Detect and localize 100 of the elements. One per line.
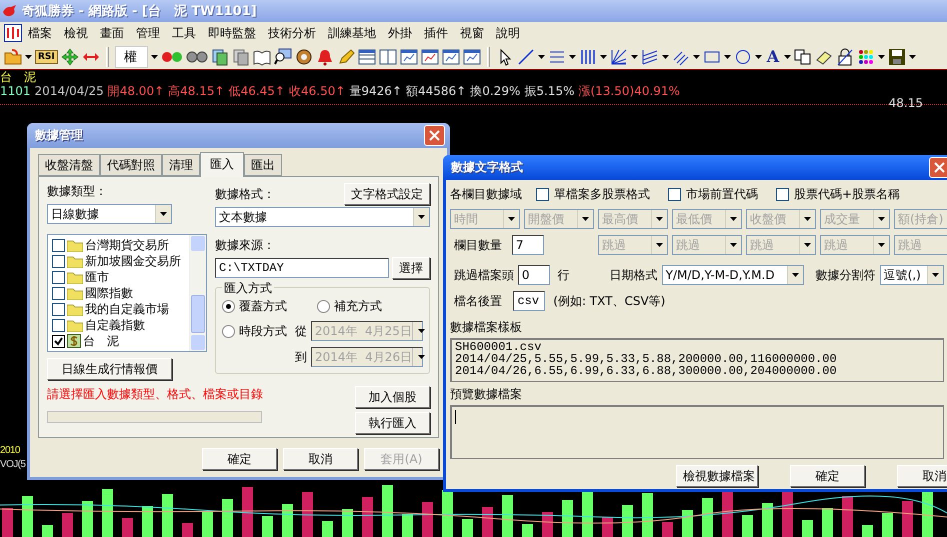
rows-layout-icon[interactable] (358, 48, 376, 66)
menu-item[interactable]: 訓練基地 (322, 24, 382, 42)
dialog-button[interactable]: 取消 (897, 465, 947, 487)
list-item-label[interactable]: 自定義指數 (85, 316, 145, 334)
menu-item[interactable]: 畫面 (94, 24, 130, 42)
folder-icon[interactable] (4, 48, 22, 66)
chart-app-icon[interactable] (4, 24, 22, 42)
radio-button[interactable] (222, 300, 235, 313)
circle-icon[interactable] (734, 48, 752, 66)
chart-window-icon[interactable] (400, 48, 418, 66)
column-count-field[interactable]: 7 (512, 235, 544, 255)
radio-button[interactable] (317, 300, 330, 313)
menu-item[interactable]: 即時監盤 (202, 24, 262, 42)
checkbox[interactable] (52, 334, 65, 348)
template-text-area[interactable]: SH600001.csv 2014/04/25,5.55,5.99,5.33,5.88,200000.00,116000000.00 2014/04/26,6.55,6.99,6.33,6.88,300000.00,204000000.00 (450, 338, 944, 382)
rsi-button[interactable]: RSI (35, 50, 58, 64)
tab[interactable]: 收盤清盤 (38, 154, 100, 176)
copy-icon[interactable] (794, 48, 812, 66)
lock-icon[interactable] (836, 48, 854, 66)
text-tool-button[interactable]: A (764, 47, 782, 66)
rights-dropdown[interactable]: 權 (114, 46, 148, 68)
menu-item[interactable]: 外掛 (382, 24, 418, 42)
radio-label[interactable]: 時段方式 (239, 322, 287, 340)
vertical-lines-icon[interactable] (578, 48, 597, 66)
checkbox-label[interactable]: 單檔案多股票格式 (554, 186, 650, 203)
menu-item[interactable]: 檢視 (58, 24, 94, 42)
line-tool-icon[interactable] (516, 48, 535, 66)
extension-field[interactable]: csv (513, 291, 546, 311)
checkbox[interactable] (776, 188, 789, 201)
app-logo-icon (2, 4, 18, 18)
dialog-button[interactable]: 檢視數據檔案 (676, 465, 758, 487)
chart-window-icon[interactable] (442, 48, 460, 66)
documents-icon[interactable] (232, 48, 250, 66)
list-item-label[interactable]: 台 泥 (83, 332, 119, 350)
save-icon[interactable] (888, 48, 906, 66)
fan-lines-icon[interactable] (610, 48, 628, 66)
volume-bar (842, 496, 853, 537)
magnifier-icon[interactable] (274, 48, 292, 66)
menu-item[interactable]: 插件 (418, 24, 454, 42)
pencil-icon[interactable] (336, 48, 355, 66)
parallel-lines-icon[interactable] (640, 48, 659, 66)
text-format-button[interactable]: 文字格式設定 (344, 183, 430, 205)
bell-icon[interactable] (316, 48, 334, 66)
volume-bar (802, 520, 813, 537)
menu-item[interactable]: 管理 (130, 24, 166, 42)
color-palette-icon[interactable] (857, 48, 876, 66)
caret-icon (730, 243, 737, 247)
checkbox[interactable] (52, 270, 65, 284)
list-item-label[interactable]: 國際指數 (85, 284, 133, 302)
action-button[interactable]: 加入個股 (355, 386, 430, 408)
menu-item[interactable]: 工具 (166, 24, 202, 42)
menu-item[interactable]: 視窗 (454, 24, 490, 42)
caret-icon (730, 217, 737, 221)
move-arrows-icon[interactable] (60, 48, 79, 66)
list-item-label[interactable]: 台灣期貨交易所 (85, 236, 169, 254)
checkbox-label[interactable]: 股票代碼+股票名稱 (794, 186, 900, 203)
columns-layout-icon[interactable] (378, 48, 397, 66)
list-item-label[interactable]: 新加坡國金交易所 (85, 252, 181, 270)
date-format-select[interactable]: Y/M/D,Y-M-D,Y.M.D (662, 265, 804, 285)
data-type-select[interactable]: 日線數據 (47, 204, 172, 224)
browse-button[interactable]: 選擇 (392, 257, 430, 279)
checkbox[interactable] (52, 318, 65, 332)
documents-icon[interactable] (210, 48, 229, 66)
checkbox[interactable] (52, 286, 65, 300)
generate-quotes-button[interactable]: 日線生成行情報價 (47, 358, 172, 380)
menu-item[interactable]: 技術分析 (262, 24, 322, 42)
close-button[interactable] (424, 125, 445, 146)
chart-window-icon[interactable] (462, 48, 481, 66)
tab[interactable]: 匯出 (244, 154, 282, 176)
checkbox[interactable] (536, 188, 549, 201)
menu-item[interactable]: 說明 (490, 24, 526, 42)
tab[interactable]: 清理 (162, 154, 200, 176)
tab[interactable]: 代碼對照 (100, 154, 162, 176)
checkbox[interactable] (52, 238, 65, 252)
scrollbar[interactable] (189, 235, 206, 351)
close-button[interactable] (929, 157, 947, 178)
separator-select[interactable]: 逗號(,) (880, 265, 944, 285)
book-icon[interactable] (252, 48, 271, 66)
list-item-label[interactable]: 匯市 (85, 268, 109, 286)
list-item-label[interactable]: 我的自定義市場 (85, 300, 169, 318)
caret-icon (724, 54, 731, 58)
dialog-button[interactable]: 確定 (790, 465, 865, 487)
checkbox-label[interactable]: 市場前置代碼 (686, 186, 758, 203)
checkbox[interactable] (52, 302, 65, 316)
quote-value: 高48.15↑ (168, 84, 225, 98)
skip-rows-field[interactable]: 0 (518, 265, 550, 285)
checkbox[interactable] (52, 254, 65, 268)
checkbox[interactable] (668, 188, 681, 201)
action-button[interactable]: 執行匯入 (355, 412, 430, 434)
radio-button[interactable] (222, 324, 235, 338)
chart-window-icon[interactable] (420, 48, 439, 66)
data-format-select[interactable]: 文本數據 (215, 207, 430, 227)
radio-label[interactable]: 補充方式 (334, 298, 382, 315)
radio-label[interactable]: 覆蓋方式 (239, 298, 287, 315)
tab[interactable]: 匯入 (200, 152, 244, 177)
preview-text-area[interactable] (450, 405, 944, 459)
source-path-field[interactable]: C:\TXTDAY (215, 258, 389, 278)
dialog-button[interactable]: 取消 (283, 448, 358, 470)
dialog-button[interactable]: 確定 (202, 448, 277, 470)
menu-item[interactable]: 檔案 (22, 24, 58, 42)
